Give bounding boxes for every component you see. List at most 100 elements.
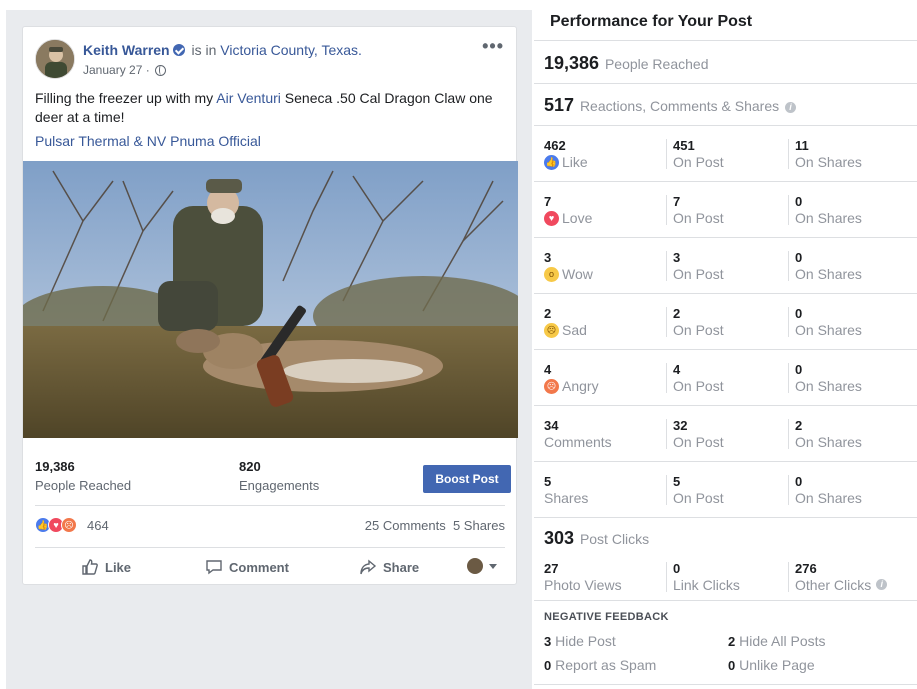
engagements-stat: 820 Engagements	[239, 459, 319, 493]
hide-post-stat: 3 Hide Post	[544, 633, 616, 649]
post-preview-area: Keith Warren is in Victoria County, Texa…	[6, 10, 532, 689]
like-label-text: Like	[562, 154, 588, 170]
on-shares-label: On Shares	[795, 322, 862, 338]
comments-label-text: Comments	[544, 434, 612, 450]
info-icon[interactable]: i	[785, 102, 797, 113]
link-clicks: 0 Link Clicks	[666, 562, 740, 593]
unlike-label: Unlike Page	[739, 657, 815, 673]
photo-views-label: Photo Views	[544, 577, 622, 593]
shares-on-post-value: 5	[673, 474, 681, 489]
hide-all-posts-stat: 2 Hide All Posts	[728, 633, 826, 649]
hide-all-label: Hide All Posts	[739, 633, 826, 649]
comment-icon	[206, 560, 222, 575]
on-post-label: On Post	[673, 434, 724, 450]
wow-total-value: 3	[544, 250, 552, 265]
other-clicks-label: Other Clicks	[795, 577, 872, 593]
engagements-label: Engagements	[239, 478, 320, 493]
comment-button[interactable]: Comment	[205, 558, 289, 576]
negative-feedback-title: NEGATIVE FEEDBACK	[544, 611, 669, 623]
angry-on-post-value: 4	[673, 362, 681, 377]
on-shares-label: On Shares	[795, 210, 862, 226]
shares-count[interactable]: 5 Shares	[453, 518, 505, 533]
post-text-part1: Filling the freezer up with my	[35, 90, 217, 106]
share-icon	[360, 559, 377, 575]
post-header: Keith Warren is in Victoria County, Texa…	[35, 37, 504, 83]
on-shares-label: On Shares	[795, 266, 862, 282]
shares-on-shares: 0 On Shares	[788, 475, 862, 506]
on-post-label: On Post	[673, 378, 724, 394]
divider	[534, 83, 917, 84]
sad-on-post-value: 2	[673, 306, 681, 321]
location-link[interactable]: Victoria County, Texas.	[220, 42, 362, 58]
post-tag-link[interactable]: Pulsar Thermal & NV Pnuma Official	[35, 133, 261, 149]
love-total: 7 ♥ Love	[544, 195, 592, 227]
angry-metric-row: 4 ☹ Angry 4 On Post 0 On Shares	[534, 363, 917, 419]
divider	[35, 547, 505, 548]
like-total: 462 👍 Like	[544, 138, 588, 170]
spam-value: 0	[544, 658, 552, 673]
share-button-label: Share	[383, 559, 420, 575]
author-avatar[interactable]	[35, 39, 75, 79]
comments-total-value: 34	[544, 418, 559, 433]
like-button-label: Like	[105, 559, 132, 575]
comments-metric-row: 34 Comments 32 On Post 2 On Shares	[534, 419, 917, 475]
reaction-count[interactable]: 464	[87, 518, 109, 533]
post-stats-row: 19,386 People Reached 820 Engagements Bo…	[35, 459, 511, 499]
spam-label: Report as Spam	[555, 657, 657, 673]
love-on-shares-value: 0	[795, 194, 803, 209]
love-total-label: ♥ Love	[544, 209, 592, 227]
on-shares-label: On Shares	[795, 378, 862, 394]
divider	[534, 600, 917, 601]
post-date[interactable]: January 27 ·	[83, 63, 150, 77]
rcs-summary: 517 Reactions, Comments & Shares i	[544, 95, 797, 116]
more-icon[interactable]: •••	[482, 37, 504, 55]
shares-total-value: 5	[544, 474, 552, 489]
like-icon	[82, 559, 98, 575]
comments-on-shares-value: 2	[795, 418, 803, 433]
love-label-text: Love	[562, 210, 593, 226]
angry-reaction-icon: ☹	[61, 517, 77, 533]
shares-metric-row: 5 Shares 5 On Post 0 On Shares	[534, 475, 917, 531]
wow-on-shares: 0 On Shares	[788, 251, 862, 282]
comments-total: 34 Comments	[544, 418, 612, 451]
rcs-label: Reactions, Comments & Shares	[579, 98, 780, 114]
like-on-post-value: 451	[673, 138, 695, 153]
comments-count[interactable]: 25 Comments	[365, 518, 446, 533]
share-button[interactable]: Share	[359, 558, 419, 576]
post-photo[interactable]	[23, 161, 518, 438]
like-button[interactable]: Like	[81, 558, 131, 576]
divider	[534, 684, 917, 685]
wow-label-text: Wow	[562, 266, 593, 282]
divider	[534, 181, 917, 182]
love-on-post: 7 On Post	[666, 195, 724, 226]
wow-on-post: 3 On Post	[666, 251, 724, 282]
hide-post-value: 3	[544, 634, 552, 649]
wow-total-label: o Wow	[544, 265, 593, 283]
reaction-icons[interactable]: 👍 ♥ ☹	[35, 517, 77, 533]
angry-on-post: 4 On Post	[666, 362, 724, 394]
performance-title: Performance for Your Post	[550, 13, 753, 30]
wow-total: 3 o Wow	[544, 250, 593, 283]
author-name[interactable]: Keith Warren	[83, 42, 170, 58]
info-icon[interactable]: i	[876, 578, 888, 590]
like-total-value: 462	[544, 138, 566, 153]
on-shares-label: On Shares	[795, 154, 862, 170]
divider	[534, 125, 917, 126]
sad-total-value: 2	[544, 306, 552, 321]
divider	[534, 405, 917, 406]
photo-views: 27 Photo Views	[544, 562, 622, 594]
divider	[35, 505, 505, 506]
comments-on-post-value: 32	[673, 418, 688, 433]
boost-post-button[interactable]: Boost Post	[423, 465, 511, 493]
people-reached-stat: 19,386 People Reached	[35, 459, 131, 493]
wow-icon: o	[544, 266, 559, 282]
air-venturi-link[interactable]: Air Venturi	[216, 90, 281, 106]
like-icon: 👍	[544, 154, 559, 170]
is-in-text: is in	[191, 42, 217, 58]
on-shares-label: On Shares	[795, 490, 862, 506]
other-clicks-label-wrap: Other Clicks i	[795, 576, 888, 594]
post-as-selector[interactable]	[467, 558, 497, 574]
shares-on-post: 5 On Post	[666, 474, 724, 506]
divider	[534, 40, 917, 41]
on-post-label: On Post	[673, 490, 724, 506]
